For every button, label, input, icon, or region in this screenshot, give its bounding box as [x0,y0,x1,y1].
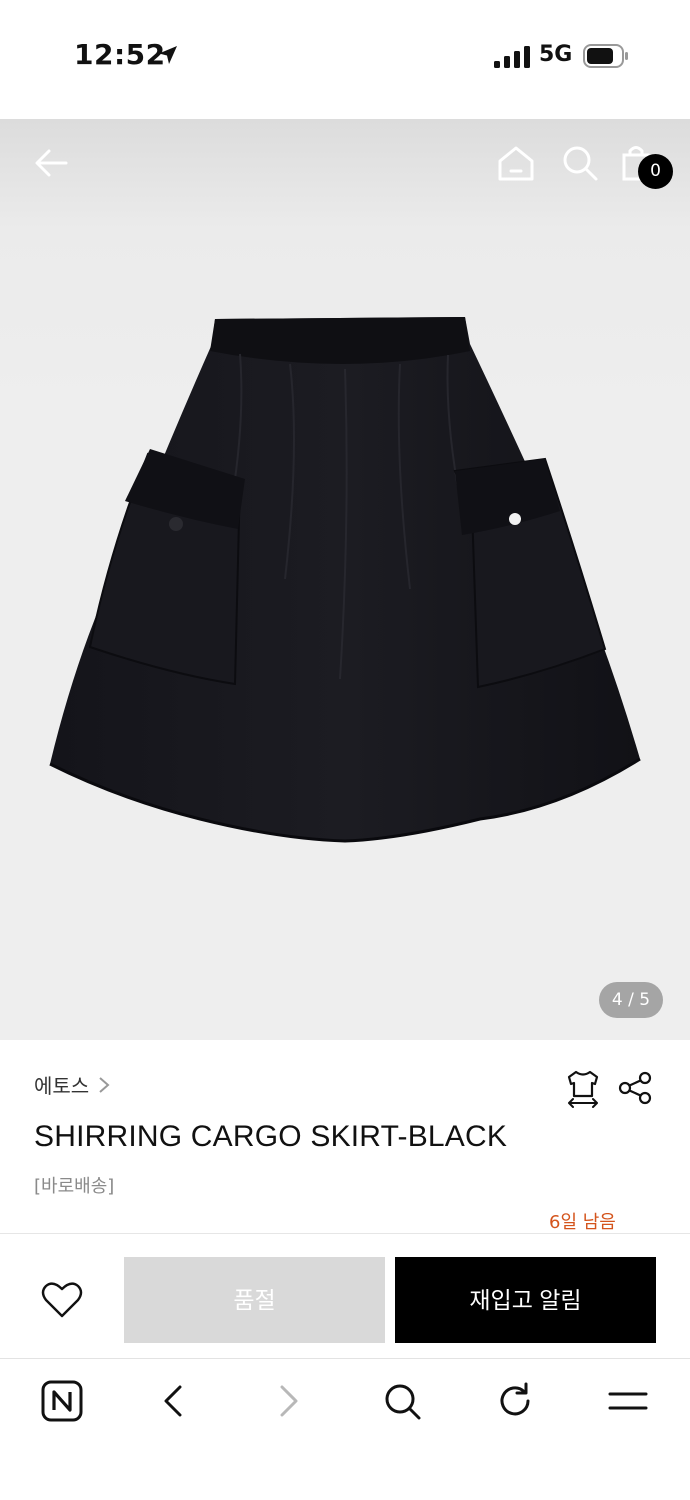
size-guide-icon[interactable] [564,1068,602,1108]
browser-toolbar [0,1358,690,1500]
network-type: 5G [539,42,573,67]
product-image [49,317,641,843]
share-icon[interactable] [617,1070,653,1106]
days-left-label: 6일 남음 [549,1212,616,1233]
purchase-action-bar: 품절 재입고 알림 [0,1233,690,1358]
location-arrow-icon [159,46,177,64]
battery-icon [583,44,628,68]
signal-icon [494,46,530,68]
brand-name: 에토스 [34,1074,90,1098]
back-arrow-icon[interactable] [30,141,74,185]
forward-icon[interactable] [266,1379,310,1423]
product-title: SHIRRING CARGO SKIRT-BLACK [34,1120,508,1153]
sold-out-button[interactable]: 품절 [124,1257,385,1343]
home-icon[interactable] [494,141,538,185]
image-page-indicator: 4 / 5 [599,982,663,1018]
reload-icon[interactable] [493,1379,537,1423]
brand-link[interactable]: 에토스 [34,1070,111,1099]
status-bar: 12:52 5G [0,0,690,106]
status-time: 12:52 [74,38,166,71]
cart-count-badge[interactable]: 0 [638,154,673,189]
back-icon[interactable] [152,1379,196,1423]
product-image-gallery[interactable]: 0 4 / 5 [0,119,690,1040]
search-icon[interactable] [380,1379,424,1423]
search-icon[interactable] [558,141,602,185]
delivery-tag: [바로배송] [34,1176,115,1197]
naver-home-icon[interactable] [40,1379,84,1423]
restock-alert-button[interactable]: 재입고 알림 [395,1257,656,1343]
wishlist-heart-icon[interactable] [40,1280,84,1320]
menu-icon[interactable] [606,1379,650,1423]
chevron-right-icon [99,1076,110,1093]
